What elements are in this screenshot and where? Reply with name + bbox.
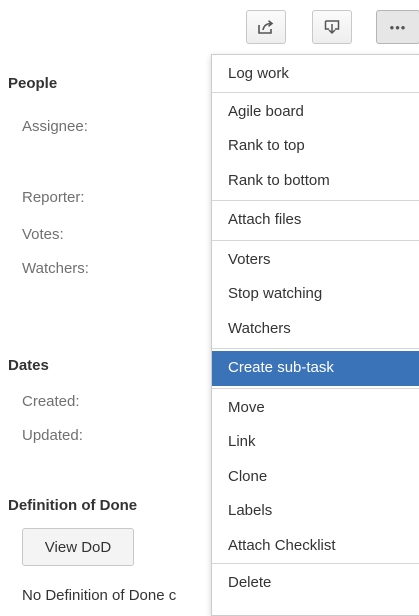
menu-group-attach: Attach files	[212, 201, 419, 241]
more-icon: •••	[389, 19, 407, 35]
export-button[interactable]	[312, 10, 352, 44]
menu-item-log-work[interactable]: Log work	[212, 57, 419, 92]
menu-group-watch: Voters Stop watching Watchers	[212, 241, 419, 349]
dod-section-title: Definition of Done	[8, 497, 138, 514]
share-button[interactable]	[246, 10, 286, 44]
dod-empty-text: No Definition of Done c	[22, 587, 177, 604]
view-dod-button[interactable]: View DoD	[22, 528, 134, 566]
more-actions-menu: Log work Agile board Rank to top Rank to…	[211, 54, 419, 616]
menu-item-clone[interactable]: Clone	[212, 460, 419, 495]
updated-label: Updated:	[22, 427, 83, 444]
menu-item-move[interactable]: Move	[212, 391, 419, 426]
menu-item-stop-watching[interactable]: Stop watching	[212, 277, 419, 312]
menu-item-rank-to-top[interactable]: Rank to top	[212, 129, 419, 164]
menu-group-worklog: Log work	[212, 55, 419, 93]
menu-item-link[interactable]: Link	[212, 425, 419, 460]
people-section-title: People	[8, 75, 58, 92]
assignee-label: Assignee:	[22, 118, 88, 135]
menu-item-voters[interactable]: Voters	[212, 243, 419, 278]
votes-label: Votes:	[22, 226, 64, 243]
menu-item-delete[interactable]: Delete	[212, 566, 419, 601]
share-icon	[257, 19, 275, 35]
created-label: Created:	[22, 393, 80, 410]
menu-group-subtask: Create sub-task	[212, 349, 419, 389]
menu-group-operations: Move Link Clone Labels Attach Checklist	[212, 389, 419, 564]
menu-group-delete: Delete	[212, 564, 419, 601]
reporter-label: Reporter:	[22, 189, 85, 206]
menu-group-agile: Agile board Rank to top Rank to bottom	[212, 93, 419, 201]
watchers-label: Watchers:	[22, 260, 89, 277]
menu-item-attach-checklist[interactable]: Attach Checklist	[212, 529, 419, 564]
dates-section-title: Dates	[8, 357, 49, 374]
menu-item-watchers[interactable]: Watchers	[212, 312, 419, 347]
more-actions-button[interactable]: •••	[376, 10, 419, 44]
menu-item-agile-board[interactable]: Agile board	[212, 95, 419, 130]
menu-item-create-sub-task[interactable]: Create sub-task	[212, 351, 419, 386]
menu-item-labels[interactable]: Labels	[212, 494, 419, 529]
menu-item-rank-to-bottom[interactable]: Rank to bottom	[212, 164, 419, 199]
menu-item-attach-files[interactable]: Attach files	[212, 203, 419, 238]
export-icon	[324, 19, 340, 35]
